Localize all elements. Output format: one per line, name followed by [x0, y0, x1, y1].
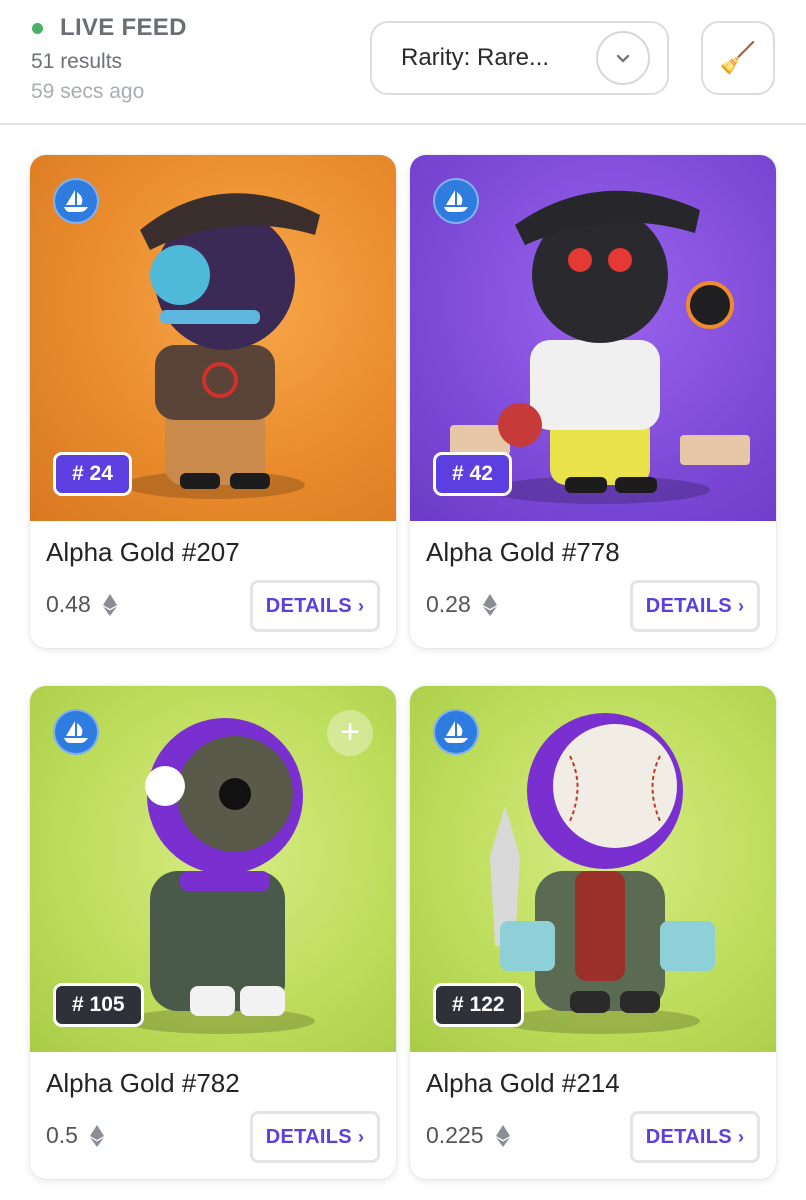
add-button[interactable]: +	[327, 710, 373, 756]
nft-name: Alpha Gold #207	[46, 537, 240, 567]
clear-filters-button[interactable]: 🧹	[701, 21, 775, 95]
nft-card[interactable]: + # 105 Alpha Gold #782 0.5 DETAILS ›	[30, 686, 396, 1179]
last-updated: 59 secs ago	[31, 80, 145, 103]
details-button[interactable]: DETAILS ›	[250, 580, 380, 632]
price-value: 0.5	[46, 1122, 78, 1148]
ethereum-icon	[102, 593, 117, 616]
nft-card[interactable]: # 122 Alpha Gold #214 0.225 DETAILS ›	[410, 686, 776, 1179]
rank-badge: # 24	[53, 452, 132, 496]
results-count: 51 results	[31, 50, 123, 73]
ethereum-icon	[495, 1124, 510, 1147]
price-value: 0.48	[46, 591, 91, 617]
opensea-icon[interactable]	[433, 178, 479, 224]
price-value: 0.225	[426, 1122, 484, 1148]
nft-image[interactable]: # 24	[30, 155, 396, 521]
nft-name: Alpha Gold #782	[46, 1068, 240, 1098]
ethereum-icon	[89, 1124, 104, 1147]
ethereum-icon	[482, 593, 497, 616]
price-value: 0.28	[426, 591, 471, 617]
chevron-right-icon: ›	[737, 1126, 745, 1147]
details-button[interactable]: DETAILS ›	[250, 1111, 380, 1163]
price: 0.28	[426, 591, 497, 618]
opensea-icon[interactable]	[53, 178, 99, 224]
broom-icon: 🧹	[719, 41, 757, 75]
opensea-icon[interactable]	[433, 709, 479, 755]
opensea-icon[interactable]	[53, 709, 99, 755]
details-label: DETAILS	[265, 594, 352, 617]
feed-header: LIVE FEED 51 results 59 secs ago Rarity:…	[0, 0, 806, 125]
nft-image[interactable]: # 42	[410, 155, 776, 521]
details-button[interactable]: DETAILS ›	[630, 580, 760, 632]
details-label: DETAILS	[645, 1125, 732, 1148]
chevron-down-icon[interactable]	[596, 31, 650, 85]
rarity-filter-label: Rarity: Rare...	[401, 44, 550, 71]
details-label: DETAILS	[265, 1125, 352, 1148]
rank-badge: # 122	[433, 983, 524, 1027]
rarity-filter-dropdown[interactable]: Rarity: Rare...	[370, 21, 669, 95]
nft-name: Alpha Gold #214	[426, 1068, 620, 1098]
price: 0.225	[426, 1122, 510, 1149]
chevron-right-icon: ›	[737, 595, 745, 616]
price: 0.48	[46, 591, 117, 618]
chevron-right-icon: ›	[357, 595, 365, 616]
nft-image[interactable]: # 122	[410, 686, 776, 1052]
nft-name: Alpha Gold #778	[426, 537, 620, 567]
nft-image[interactable]: + # 105	[30, 686, 396, 1052]
chevron-right-icon: ›	[357, 1126, 365, 1147]
nft-card[interactable]: # 24 Alpha Gold #207 0.48 DETAILS ›	[30, 155, 396, 648]
price: 0.5	[46, 1122, 104, 1149]
live-dot-icon	[32, 22, 43, 34]
rank-badge: # 105	[53, 983, 144, 1027]
rank-badge: # 42	[433, 452, 512, 496]
nft-card[interactable]: # 42 Alpha Gold #778 0.28 DETAILS ›	[410, 155, 776, 648]
live-indicator: LIVE FEED	[32, 14, 187, 42]
details-label: DETAILS	[645, 594, 732, 617]
details-button[interactable]: DETAILS ›	[630, 1111, 760, 1163]
live-feed-label: LIVE FEED	[60, 14, 187, 41]
